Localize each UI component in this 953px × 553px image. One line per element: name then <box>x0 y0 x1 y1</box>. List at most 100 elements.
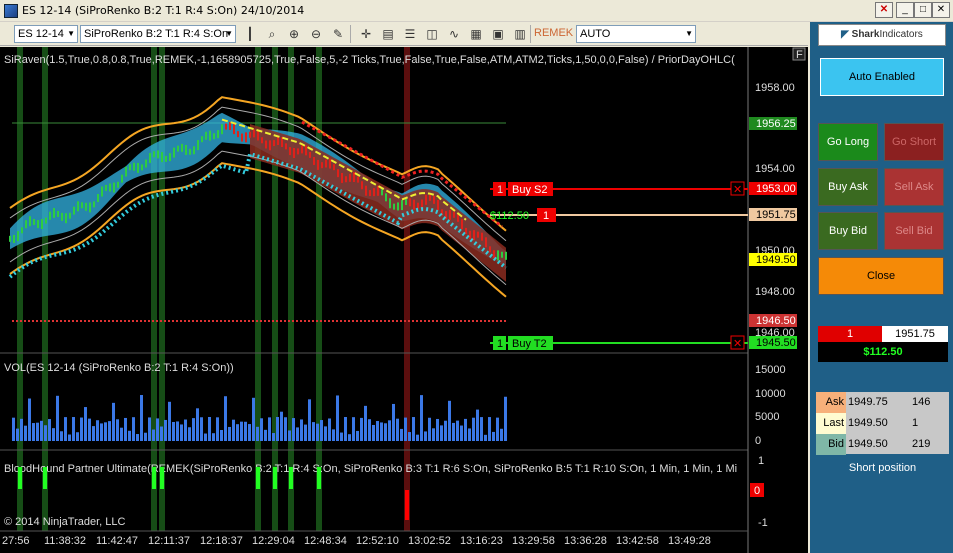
volume-bar <box>268 417 271 441</box>
down-bar <box>289 147 291 156</box>
volume-bar <box>88 418 91 441</box>
pencil-icon[interactable]: ✎ <box>328 25 348 43</box>
go-short-button[interactable]: Go Short <box>884 123 944 161</box>
magnify-icon[interactable]: ⌕ <box>262 25 282 43</box>
indicators-icon[interactable]: ∿ <box>444 25 464 43</box>
down-bar <box>349 173 351 182</box>
chart-toolbar: ES 12-14 ▼ SiProRenko B:2 T:1 R:4 S:On ▼ ┃… <box>0 22 808 46</box>
close-button[interactable]: ✕ <box>932 2 950 18</box>
up-bar <box>117 181 119 188</box>
bh-tick: -1 <box>758 517 768 529</box>
auto-enabled-button[interactable]: Auto Enabled <box>820 58 944 96</box>
chart-window-icon <box>4 4 18 18</box>
properties-icon[interactable]: ☰ <box>400 25 420 43</box>
volume-tick: 10000 <box>755 388 786 400</box>
sell-ask-button[interactable]: Sell Ask <box>884 168 944 206</box>
volume-bar <box>492 431 495 441</box>
volume-bar <box>276 417 279 441</box>
volume-bar <box>228 426 231 441</box>
volume-bar <box>76 432 79 441</box>
up-bar <box>121 174 123 183</box>
price-tick: 1958.00 <box>755 82 795 94</box>
buy-bid-label: Buy Bid <box>829 225 867 237</box>
close-icon: ✕ <box>733 184 742 196</box>
zoom-in-icon[interactable]: ⊕ <box>284 25 304 43</box>
volume-bar <box>232 419 235 441</box>
go-long-button[interactable]: Go Long <box>818 123 878 161</box>
down-bar <box>297 148 299 155</box>
volume-bar <box>436 418 439 441</box>
data-box-icon[interactable]: ▤ <box>378 25 398 43</box>
down-bar <box>325 159 327 168</box>
volume-bar <box>84 407 87 441</box>
volume-bar <box>312 422 315 441</box>
volume-bar <box>132 417 135 441</box>
zoom-out-icon[interactable]: ⊖ <box>306 25 326 43</box>
up-bar <box>101 186 103 197</box>
up-bar <box>137 162 139 173</box>
volume-bar <box>272 433 275 441</box>
buy-ask-button[interactable]: Buy Ask <box>818 168 878 206</box>
down-bar <box>277 136 279 145</box>
bid-label: Bid <box>816 434 846 455</box>
volume-bar <box>40 420 43 441</box>
volume-bar <box>308 399 311 441</box>
panel-close-button[interactable]: ✕ <box>875 2 893 18</box>
brand-logo: ◤ SharkIndicators <box>818 24 946 46</box>
volume-bar <box>460 425 463 441</box>
down-bar <box>421 199 423 208</box>
close-position-button[interactable]: Close <box>818 257 944 295</box>
template-icon[interactable]: ▦ <box>466 25 486 43</box>
buy-ask-label: Buy Ask <box>828 181 868 193</box>
volume-bar <box>148 417 151 441</box>
down-bar <box>369 190 371 197</box>
strategy-icon[interactable]: ◫ <box>422 25 442 43</box>
volume-bar <box>348 434 351 441</box>
up-bar <box>73 206 75 215</box>
price-chart[interactable]: F SiRaven(1.5,True,0.8,0.8,True,REMEK,-1… <box>0 47 808 553</box>
down-bar <box>237 131 239 138</box>
ask-row: Ask 1949.75 146 <box>816 392 949 413</box>
mode-select[interactable]: AUTO ▼ <box>576 25 696 43</box>
volume-bar <box>480 417 483 441</box>
chart-canvas[interactable]: F SiRaven(1.5,True,0.8,0.8,True,REMEK,-1… <box>0 47 808 553</box>
down-bar <box>233 124 235 135</box>
long-signal-column <box>17 47 23 531</box>
up-bar <box>37 220 39 229</box>
volume-bar <box>476 409 479 441</box>
volume-bar <box>104 422 107 441</box>
minimize-button[interactable]: _ <box>896 2 914 18</box>
buy-bid-button[interactable]: Buy Bid <box>818 212 878 250</box>
up-bar <box>505 251 507 260</box>
up-bar <box>385 193 387 202</box>
instrument-select[interactable]: ES 12-14 ▼ <box>14 25 78 43</box>
position-status: Short position <box>848 462 917 474</box>
up-bar <box>153 151 155 158</box>
up-bar <box>125 166 127 177</box>
save-icon[interactable]: ▣ <box>488 25 508 43</box>
up-bar <box>205 131 207 140</box>
up-bar <box>169 153 171 162</box>
candlestick-icon[interactable]: ┃ <box>240 25 260 43</box>
down-bar <box>433 195 435 204</box>
up-bar <box>401 200 403 211</box>
minimize-icon: _ <box>902 4 908 15</box>
volume-tick: 15000 <box>755 364 786 376</box>
volume-bar <box>196 408 199 441</box>
sell-bid-button[interactable]: Sell Bid <box>884 212 944 250</box>
strategy-label: REMEK <box>534 27 574 39</box>
brand-suffix: Indicators <box>879 29 923 40</box>
last-size: 1 <box>912 417 919 429</box>
bh-tick: 1 <box>758 455 764 467</box>
volume-bar <box>208 417 211 441</box>
crosshair-icon[interactable]: ✛ <box>356 25 376 43</box>
chart-trader-icon[interactable]: ▥ <box>510 25 530 43</box>
volume-bar <box>144 432 147 441</box>
volume-bar <box>468 428 471 441</box>
volume-bar <box>304 424 307 441</box>
volume-bar <box>284 417 287 441</box>
time-tick: 12:29:04 <box>252 535 295 547</box>
bar-type-select[interactable]: SiProRenko B:2 T:1 R:4 S:On ▼ <box>80 25 236 43</box>
maximize-button[interactable]: □ <box>914 2 932 18</box>
volume-bar <box>408 432 411 441</box>
